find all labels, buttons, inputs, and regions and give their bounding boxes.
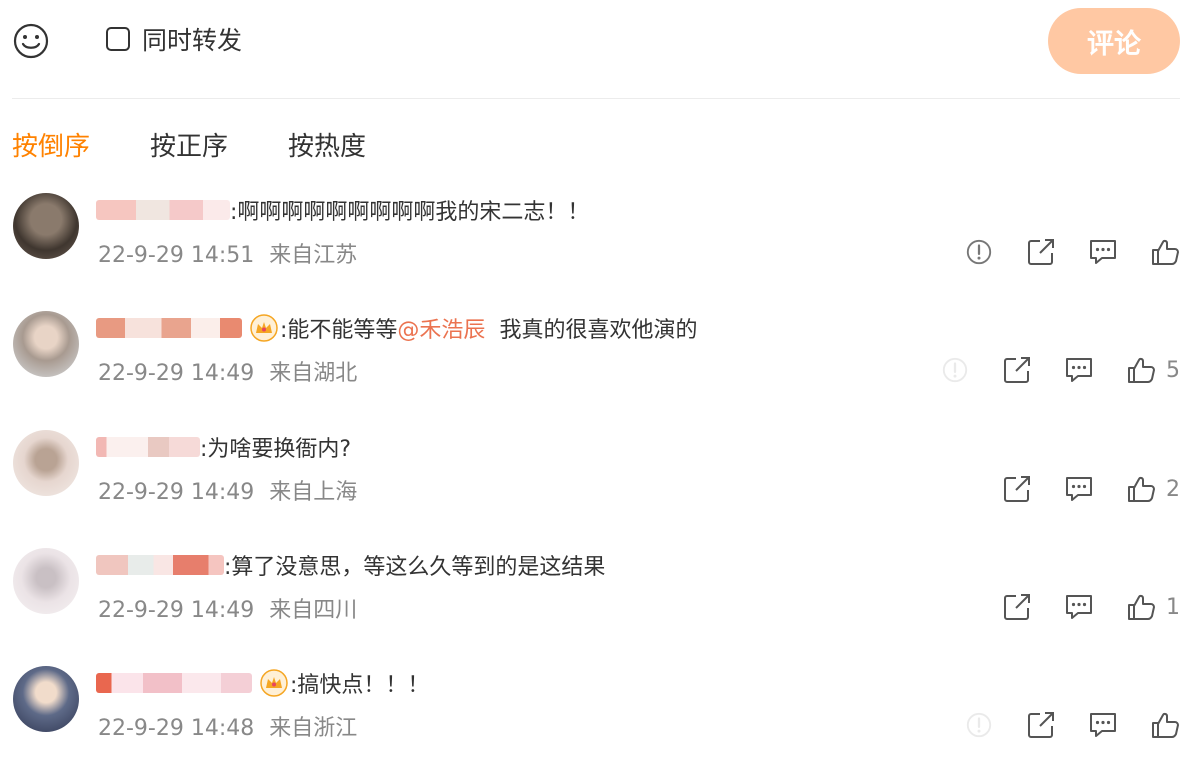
like-button[interactable]: 2	[1126, 474, 1180, 504]
comment-meta: 22-9-29 14:49 来自上海	[98, 474, 357, 506]
comment-meta: 22-9-29 14:49 来自湖北	[98, 355, 357, 387]
vip-crown-icon	[260, 669, 288, 697]
repost-checkbox[interactable]	[106, 27, 130, 51]
like-icon[interactable]	[1126, 592, 1156, 622]
avatar[interactable]	[13, 311, 79, 377]
comment-location: 来自江苏	[269, 243, 358, 268]
comment-time: 22-9-29 14:49	[98, 361, 255, 386]
vip-crown-icon	[250, 314, 278, 342]
comment-item: :算了没意思，等这么久等到的是这结果 22-9-29 14:49 来自四川 1	[0, 548, 1200, 666]
comment-location: 来自浙江	[269, 716, 358, 741]
comment-actions: 5	[908, 355, 1180, 385]
comment-location: 来自四川	[269, 598, 358, 623]
repost-option[interactable]: 同时转发	[106, 24, 243, 55]
comment-meta: 22-9-29 14:48 来自浙江	[98, 710, 357, 742]
comment-time: 22-9-29 14:49	[98, 480, 255, 505]
comment-item: :能不能等等 @禾浩辰 我真的很喜欢他演的 22-9-29 14:49 来自湖北…	[0, 311, 1200, 429]
share-icon[interactable]	[1002, 592, 1032, 622]
comment-header: :啊啊啊啊啊啊啊啊啊我的宋二志！！	[96, 195, 589, 225]
comment-time: 22-9-29 14:49	[98, 598, 255, 623]
comment-composer: 同时转发 评论	[0, 0, 1200, 98]
comment-text: :啊啊啊啊啊啊啊啊啊我的宋二志！！	[230, 200, 590, 225]
like-count: 1	[1166, 594, 1180, 620]
avatar[interactable]	[13, 430, 79, 496]
avatar[interactable]	[13, 548, 79, 614]
comment-text: :能不能等等	[280, 318, 398, 343]
share-icon[interactable]	[1026, 710, 1056, 740]
repost-label: 同时转发	[142, 26, 243, 55]
comment-meta: 22-9-29 14:51 来自江苏	[98, 237, 357, 269]
like-icon[interactable]	[1150, 237, 1180, 267]
share-icon[interactable]	[1002, 474, 1032, 504]
like-icon[interactable]	[1126, 474, 1156, 504]
like-icon[interactable]	[1126, 355, 1156, 385]
username[interactable]	[96, 555, 224, 575]
reply-icon[interactable]	[1088, 237, 1118, 267]
report-icon[interactable]	[964, 237, 994, 267]
like-button[interactable]: 5	[1126, 355, 1180, 385]
comment-header: :能不能等等 @禾浩辰 我真的很喜欢他演的	[96, 313, 697, 343]
comment-actions	[932, 710, 1180, 740]
avatar[interactable]	[13, 666, 79, 732]
emoji-icon[interactable]	[12, 22, 50, 60]
like-count: 5	[1166, 357, 1180, 383]
comment-location: 来自湖北	[269, 361, 358, 386]
username[interactable]	[96, 200, 230, 220]
comment-header: :算了没意思，等这么久等到的是这结果	[96, 550, 605, 580]
tab-sort-hot[interactable]: 按热度	[288, 126, 366, 163]
comment-location: 来自上海	[269, 480, 358, 505]
sort-tabs: 按倒序 按正序 按热度	[12, 124, 426, 164]
comment-item: :搞快点！！！ 22-9-29 14:48 来自浙江	[0, 666, 1200, 776]
divider	[12, 98, 1180, 99]
report-icon[interactable]	[964, 710, 994, 740]
reply-icon[interactable]	[1064, 474, 1094, 504]
tab-sort-reverse[interactable]: 按倒序	[12, 126, 90, 163]
report-icon[interactable]	[940, 355, 970, 385]
comment-time: 22-9-29 14:51	[98, 243, 255, 268]
tab-sort-forward[interactable]: 按正序	[150, 126, 228, 163]
comment-item: :为啥要换衙内? 22-9-29 14:49 来自上海 2	[0, 430, 1200, 548]
username[interactable]	[96, 673, 252, 693]
submit-comment-button[interactable]: 评论	[1048, 8, 1180, 74]
comment-actions	[932, 237, 1180, 267]
like-icon[interactable]	[1150, 710, 1180, 740]
comment-header: :为啥要换衙内?	[96, 432, 351, 462]
like-button[interactable]: 1	[1126, 592, 1180, 622]
comment-text-continued: 我真的很喜欢他演的	[499, 318, 698, 343]
avatar[interactable]	[13, 193, 79, 259]
comment-meta: 22-9-29 14:49 来自四川	[98, 592, 357, 624]
share-icon[interactable]	[1002, 355, 1032, 385]
mention-link[interactable]: @禾浩辰	[397, 312, 485, 344]
username[interactable]	[96, 318, 242, 338]
comment-actions: 1	[970, 592, 1180, 622]
reply-icon[interactable]	[1088, 710, 1118, 740]
comment-time: 22-9-29 14:48	[98, 716, 255, 741]
comment-actions: 2	[970, 474, 1180, 504]
comment-text: :为啥要换衙内?	[200, 437, 352, 462]
share-icon[interactable]	[1026, 237, 1056, 267]
comment-text: :搞快点！！！	[290, 673, 430, 698]
reply-icon[interactable]	[1064, 592, 1094, 622]
username[interactable]	[96, 437, 200, 457]
reply-icon[interactable]	[1064, 355, 1094, 385]
like-count: 2	[1166, 476, 1180, 502]
comment-text: :算了没意思，等这么久等到的是这结果	[224, 555, 606, 580]
comment-header: :搞快点！！！	[96, 668, 429, 698]
comment-item: :啊啊啊啊啊啊啊啊啊我的宋二志！！ 22-9-29 14:51 来自江苏	[0, 193, 1200, 311]
